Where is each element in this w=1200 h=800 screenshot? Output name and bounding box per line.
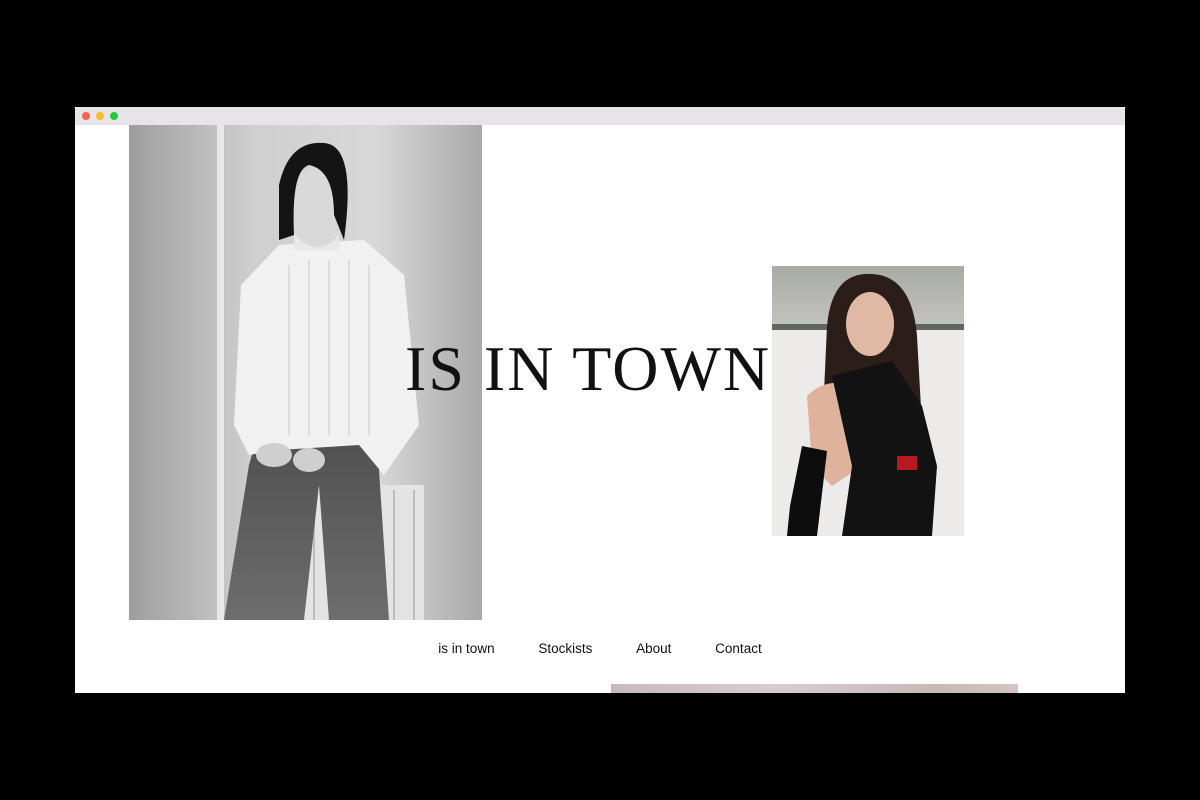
nav-item-about[interactable]: About xyxy=(636,641,671,656)
minimize-window-button[interactable] xyxy=(96,112,104,120)
maximize-window-button[interactable] xyxy=(110,112,118,120)
browser-titlebar xyxy=(75,107,1125,125)
browser-window: IS IN TOWN is in town Stockists About Co… xyxy=(75,107,1125,693)
hero-image-right xyxy=(772,266,964,536)
nav-item-stockists[interactable]: Stockists xyxy=(538,641,592,656)
main-nav: is in town Stockists About Contact xyxy=(75,641,1125,665)
nav-item-is-in-town[interactable]: is in town xyxy=(438,641,494,656)
hero-title: IS IN TOWN xyxy=(405,333,772,404)
next-section-image xyxy=(611,684,1018,693)
close-window-button[interactable] xyxy=(82,112,90,120)
nav-item-contact[interactable]: Contact xyxy=(715,641,762,656)
page-content: IS IN TOWN is in town Stockists About Co… xyxy=(75,125,1125,693)
